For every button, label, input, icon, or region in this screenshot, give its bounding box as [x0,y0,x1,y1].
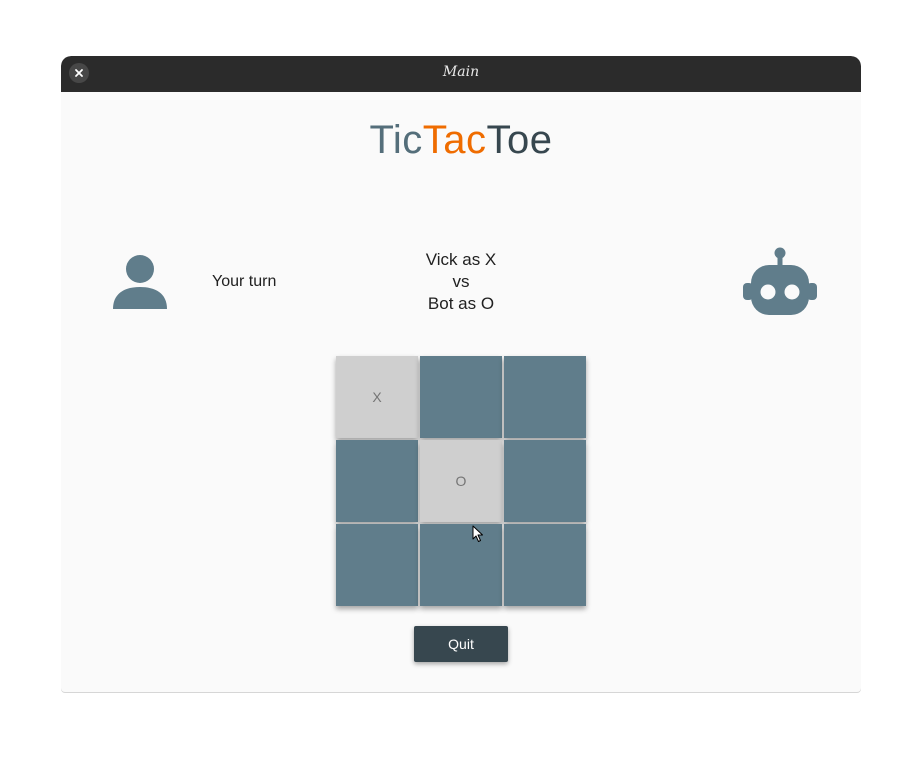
board-cell-7[interactable] [336,524,418,606]
cell-mark: O [455,473,467,489]
title-toe: Toe [486,118,553,162]
player-assignment: Vick as X [425,250,497,269]
robot-icon [743,247,817,315]
cell-mark: X [372,389,382,405]
game-title: TicTacToe [61,118,861,163]
quit-button[interactable]: Quit [414,626,508,662]
title-bar: Main [61,56,861,92]
turn-indicator: Your turn [212,273,277,290]
mouse-cursor-icon [472,525,483,542]
board-cell-4[interactable] [336,440,418,522]
title-tac: Tac [422,118,487,162]
board-cell-2[interactable] [420,356,502,438]
game-board: X O [336,356,586,606]
app-window: Main TicTacToe Your turn Vick as X vs Bo… [61,56,861,692]
title-tic: Tic [369,118,423,162]
board-cell-1[interactable]: X [336,356,418,438]
window-title: Main [442,64,480,80]
matchup-info: Vick as X vs Bot as O [401,249,521,315]
board-cell-5[interactable]: O [420,440,502,522]
person-icon [113,255,167,309]
board-cell-6[interactable] [504,440,586,522]
board-cell-3[interactable] [504,356,586,438]
versus-label: vs [452,272,470,291]
board-cell-9[interactable] [504,524,586,606]
bot-assignment: Bot as O [427,294,495,313]
board-cell-8[interactable] [420,524,502,606]
